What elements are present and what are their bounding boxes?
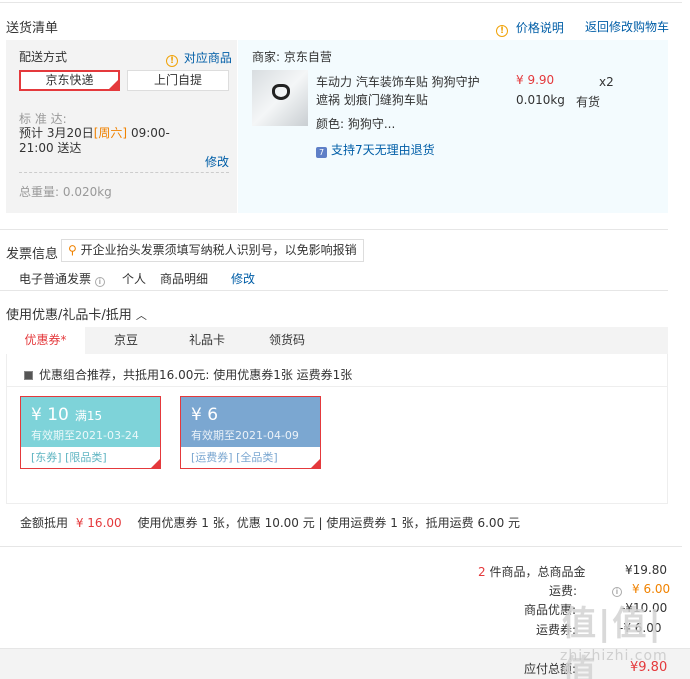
selected-check-icon	[311, 459, 320, 468]
items-total-amount: ¥19.80	[625, 563, 667, 577]
jd-express-option[interactable]: 京东快递	[19, 70, 120, 91]
return-policy-icon: 7	[316, 147, 327, 158]
delivery-end: 21:00 送达	[19, 141, 82, 155]
product-name-line2[interactable]: 遮祸 划痕门缝狗车贴	[316, 91, 428, 108]
invoice-detail: 商品明细	[160, 272, 209, 286]
matching-items-link[interactable]: ! 对应商品	[166, 49, 232, 67]
dog-sticker-icon	[272, 84, 290, 100]
self-pickup-option[interactable]: 上门自提	[127, 70, 229, 91]
product-name-line1[interactable]: 车动力 汽车装饰车贴 狗狗守护	[316, 73, 480, 90]
items-total-label: 2 件商品，总商品金	[478, 565, 586, 579]
discount-toggle[interactable]: 使用优惠/礼品卡/抵用 ︿	[6, 304, 147, 323]
info-icon[interactable]: i	[94, 277, 105, 287]
freight-coupon-card[interactable]: ¥ 6 有效期至2021-04-09 [运费券] [全品类]	[180, 396, 321, 469]
info-icon: !	[496, 25, 508, 37]
invoice-title: 发票信息	[6, 247, 59, 262]
product-image[interactable]	[252, 70, 308, 126]
product-color: 颜色: 狗狗守...	[316, 117, 396, 131]
product-weight: 0.010kg	[516, 93, 565, 107]
coupon-card[interactable]: ¥ 10 满15 有效期至2021-03-24 [东券] [限品类]	[20, 396, 161, 469]
return-policy: 7 支持7天无理由退货	[316, 141, 435, 158]
info-icon: !	[166, 55, 178, 67]
tab-redeem-code[interactable]: 领货码	[247, 327, 327, 354]
coupon-header: ¥ 6 有效期至2021-04-09	[181, 397, 320, 447]
delivery-method-label: 配送方式	[19, 50, 68, 64]
coupon-tags: [东券] [限品类]	[31, 451, 107, 464]
invoice-tip: ⚲ 开企业抬头发票须填写纳税人识别号，以免影响报销	[61, 239, 364, 262]
invoice-type: 电子普通发票 i	[19, 270, 105, 287]
dashed-divider	[19, 172, 229, 173]
freight-info[interactable]: i	[612, 582, 622, 597]
discount-summary: 金额抵用 ¥ 16.00 使用优惠券 1 张，优惠 10.00 元 | 使用运费…	[20, 516, 521, 530]
section-divider	[0, 546, 682, 547]
section-divider	[0, 229, 668, 230]
selected-check-icon	[109, 80, 118, 89]
tab-jd-beans[interactable]: 京豆	[85, 327, 167, 354]
coupon-header: ¥ 10 满15 有效期至2021-03-24	[21, 397, 160, 447]
modify-delivery-link[interactable]: 修改	[205, 153, 229, 170]
shipping-list-title: 送货清单	[6, 21, 59, 36]
freight-amount: ¥ 6.00	[632, 582, 671, 596]
top-divider	[0, 2, 682, 3]
invoice-person: 个人	[122, 272, 147, 286]
checkbox-icon[interactable]	[24, 371, 33, 380]
location-pin-icon: ⚲	[68, 243, 77, 257]
site-watermark-url: zhizhizhi.com	[560, 648, 668, 664]
divider	[6, 386, 668, 387]
site-watermark: 值|值|值	[562, 604, 663, 679]
back-to-cart-link[interactable]: 返回修改购物车	[585, 18, 669, 35]
price-note-link[interactable]: ! 价格说明	[496, 19, 564, 37]
seller-label: 商家: 京东自营	[252, 50, 332, 64]
total-weight: 总重量: 0.020kg	[19, 185, 112, 199]
tab-gift-card[interactable]: 礼品卡	[167, 327, 247, 354]
chevron-up-icon: ︿	[135, 309, 147, 322]
stock-status: 有货	[576, 95, 601, 109]
modify-invoice-link[interactable]: 修改	[231, 270, 255, 287]
selected-check-icon	[151, 459, 160, 468]
section-divider	[0, 290, 668, 291]
tab-coupons[interactable]: 优惠券*	[6, 327, 85, 354]
product-panel	[238, 40, 668, 213]
product-price: ¥ 9.90	[516, 73, 555, 87]
combo-recommend[interactable]: 优惠组合推荐，共抵用16.00元: 使用优惠券1张 运费券1张	[24, 366, 352, 383]
product-quantity: x2	[599, 75, 614, 89]
coupon-tags: [运费券] [全品类]	[191, 451, 278, 464]
